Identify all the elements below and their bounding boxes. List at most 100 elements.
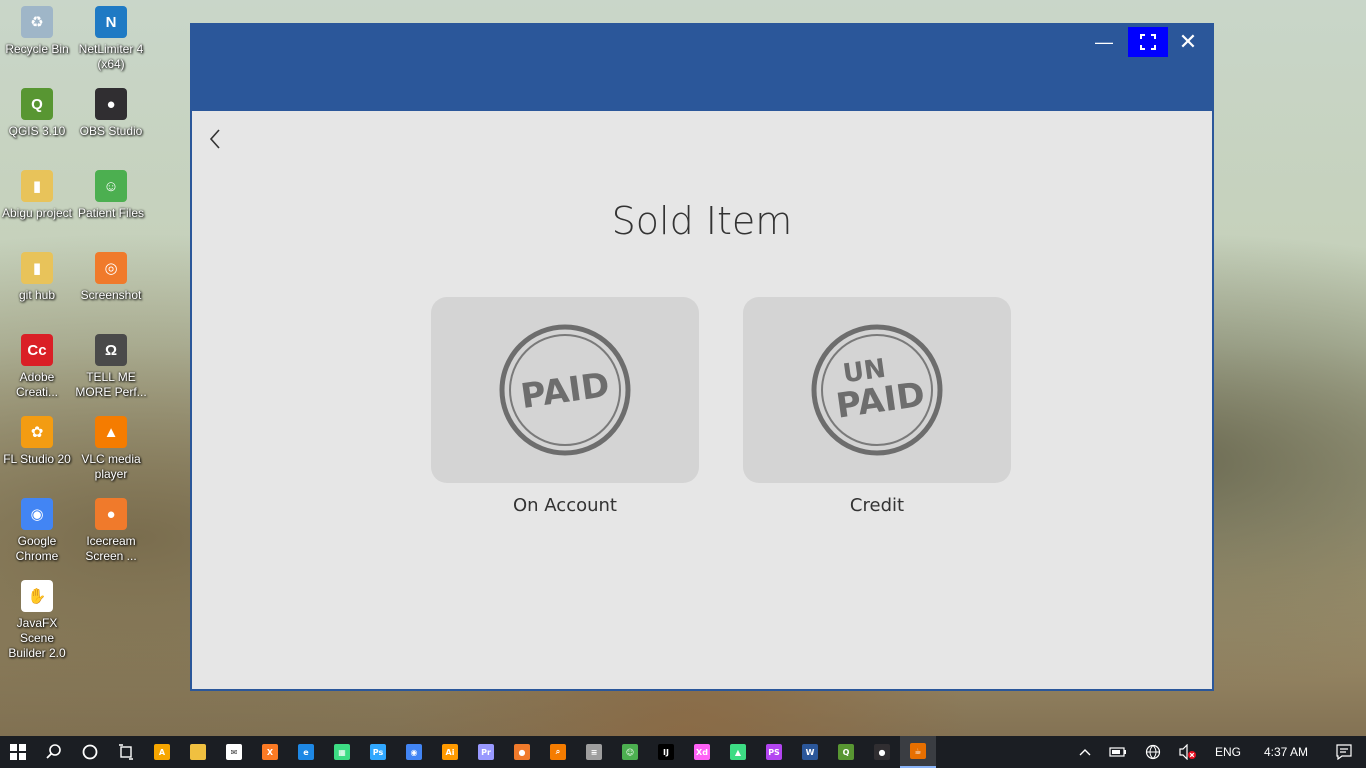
obs-icon: ● [874, 744, 890, 760]
taskbar-app-file-explorer[interactable] [180, 736, 216, 768]
desktop-icons: ♻ Recycle Bin N NetLimiter 4 (x64) Q QGIS 3.1… [0, 0, 150, 736]
taskbar-app-mail[interactable]: ✉ [216, 736, 252, 768]
network-button[interactable] [1136, 736, 1170, 768]
desktop-icon[interactable]: ♻ Recycle Bin [0, 0, 74, 57]
desktop-icon[interactable]: ▮ Abigu project [0, 164, 74, 221]
adobe-xd-icon: Xd [694, 744, 710, 760]
vlc-icon: ▲ [95, 416, 127, 448]
desktop-icon-label: TELL ME MORE Perf... [75, 370, 147, 399]
chrome-icon: ◉ [21, 498, 53, 530]
back-button[interactable] [204, 125, 226, 153]
minimize-button[interactable]: — [1084, 27, 1124, 57]
volume-button[interactable] [1170, 736, 1206, 768]
search-app-icon: ⌕ [550, 744, 566, 760]
taskbar-app-obs[interactable]: ● [864, 736, 900, 768]
desktop-icon-label: OBS Studio [79, 124, 143, 138]
taskbar-app-intellij[interactable]: IJ [648, 736, 684, 768]
xampp-icon: X [262, 744, 278, 760]
patient-files-icon: ☺ [95, 170, 127, 202]
taskbar-app-illustrator[interactable]: Ai [432, 736, 468, 768]
taskbar-app-xampp[interactable]: X [252, 736, 288, 768]
photoshop-icon: Ps [370, 744, 386, 760]
desktop-icon[interactable]: ◉ Google Chrome [0, 492, 74, 564]
task-view-button[interactable] [108, 736, 144, 768]
qgis-icon: Q [21, 88, 53, 120]
obs-icon: ● [95, 88, 127, 120]
credit-option[interactable]: UN PAID Credit [743, 297, 1011, 516]
desktop-icon[interactable]: Cc Adobe Creati... [0, 328, 74, 400]
taskbar-app-java[interactable]: ☕ [900, 736, 936, 768]
page-title: Sold Item [611, 199, 793, 243]
taskbar-app-patient-files[interactable]: ☺ [612, 736, 648, 768]
intellij-icon: IJ [658, 744, 674, 760]
chrome-icon: ◉ [406, 744, 422, 760]
title-bar[interactable]: — ✕ [192, 25, 1212, 111]
desktop-icon-label: Recycle Bin [5, 42, 69, 56]
mail-icon: ✉ [226, 744, 242, 760]
icecream-icon: ● [95, 498, 127, 530]
desktop-icon[interactable]: ◎ Screenshot [74, 246, 148, 303]
paid-stamp-icon: PAID [499, 324, 631, 456]
taskbar-app-edge[interactable]: e [288, 736, 324, 768]
desktop-icon-label: Abigu project [1, 206, 73, 220]
action-center-button[interactable] [1322, 736, 1366, 768]
adobe-cc-icon: Cc [21, 334, 53, 366]
content-area: Sold Item PAID On Account UN PAID Credit [192, 111, 1212, 689]
option-card[interactable]: PAID [431, 297, 699, 483]
edge-icon: e [298, 744, 314, 760]
battery-icon [1109, 747, 1126, 757]
recycle-bin-icon: ♻ [21, 6, 53, 38]
android-studio-icon: ▲ [730, 744, 746, 760]
desktop-icon[interactable]: ● Icecream Screen ... [74, 492, 148, 564]
desktop-icon-label: Adobe Creati... [15, 370, 58, 399]
maximize-button[interactable] [1128, 27, 1168, 57]
desktop-icon-label: QGIS 3.10 [8, 124, 66, 138]
desktop-icon[interactable]: Q QGIS 3.10 [0, 82, 74, 139]
taskbar-app-word[interactable]: W [792, 736, 828, 768]
close-button[interactable]: ✕ [1168, 27, 1208, 57]
taskbar-app-search-app[interactable]: ⌕ [540, 736, 576, 768]
battery-button[interactable] [1100, 736, 1136, 768]
desktop-icon-label: NetLimiter 4 (x64) [78, 42, 144, 71]
desktop-icon[interactable]: Ω TELL ME MORE Perf... [74, 328, 148, 400]
windows-icon [10, 744, 26, 760]
desktop-icon[interactable]: ▮ git hub [0, 246, 74, 303]
paid-stamp-text: PAID [518, 365, 612, 417]
taskbar-app-android-studio[interactable]: ▲ [720, 736, 756, 768]
avast-icon: A [154, 744, 170, 760]
taskbar-app-icecream[interactable]: ● [504, 736, 540, 768]
start-button[interactable] [0, 736, 36, 768]
taskbar-app-avast[interactable]: A [144, 736, 180, 768]
desktop-icon[interactable]: N NetLimiter 4 (x64) [74, 0, 148, 72]
option-card[interactable]: UN PAID [743, 297, 1011, 483]
cortana-button[interactable] [72, 736, 108, 768]
desktop-icon[interactable]: ✿ FL Studio 20 [0, 410, 74, 467]
desktop-icon[interactable]: ☺ Patient Files [74, 164, 148, 221]
clock[interactable]: 4:37 AM [1250, 736, 1322, 768]
taskbar-app-android-app[interactable]: ▦ [324, 736, 360, 768]
chevron-left-icon [209, 129, 220, 149]
desktop-icon[interactable]: ▲ VLC media player [74, 410, 148, 482]
taskbar-app-phpstorm[interactable]: PS [756, 736, 792, 768]
taskbar-app-premiere[interactable]: Pr [468, 736, 504, 768]
desktop-icon-label: Google Chrome [15, 534, 59, 563]
search-icon [46, 744, 61, 759]
desktop-icon[interactable]: ✋ JavaFX Scene Builder 2.0 [0, 574, 74, 661]
desktop-icon-label: git hub [18, 288, 56, 302]
taskbar-app-photoshop[interactable]: Ps [360, 736, 396, 768]
taskbar-app-adobe-xd[interactable]: Xd [684, 736, 720, 768]
android-app-icon: ▦ [334, 744, 350, 760]
tray-chevron-button[interactable] [1070, 736, 1100, 768]
qgis-icon: Q [838, 744, 854, 760]
language-indicator[interactable]: ENG [1206, 736, 1250, 768]
taskbar-app-qgis[interactable]: Q [828, 736, 864, 768]
on-account-option[interactable]: PAID On Account [431, 297, 699, 516]
netlimiter-icon: N [95, 6, 127, 38]
search-button[interactable] [36, 736, 72, 768]
scene-builder-icon: ✋ [21, 580, 53, 612]
cortana-icon [82, 744, 98, 760]
taskbar-app-chrome[interactable]: ◉ [396, 736, 432, 768]
taskbar-app-database[interactable]: ≡ [576, 736, 612, 768]
volume-muted-icon [1179, 744, 1196, 760]
desktop-icon[interactable]: ● OBS Studio [74, 82, 148, 139]
